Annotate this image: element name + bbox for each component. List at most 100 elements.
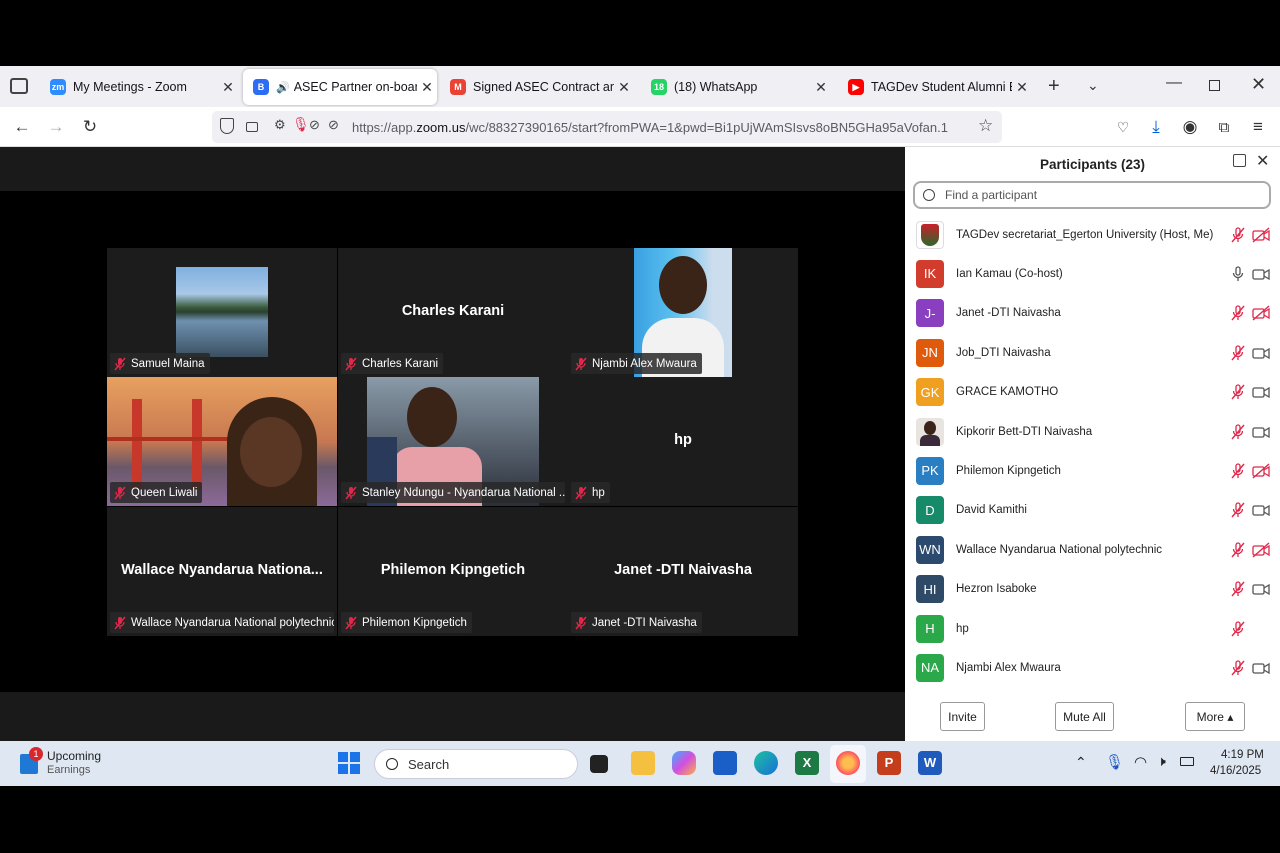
- word-icon[interactable]: W: [918, 751, 942, 775]
- bookmark-star-icon[interactable]: ☆: [978, 116, 993, 136]
- microphone-muted-icon[interactable]: [1230, 660, 1246, 676]
- chevron-up-icon[interactable]: ⌃: [1075, 754, 1087, 771]
- camera-blocked-icon[interactable]: ⊘: [309, 117, 320, 133]
- camera-icon[interactable]: [1252, 424, 1270, 440]
- participant-row[interactable]: NA Njambi Alex Mwaura: [905, 648, 1280, 687]
- close-tab-icon[interactable]: ✕: [811, 79, 831, 96]
- tab-list-icon[interactable]: [10, 78, 28, 94]
- camera-icon[interactable]: [1252, 660, 1270, 676]
- browser-tab[interactable]: M Signed ASEC Contract and Inv✕: [440, 69, 634, 105]
- microphone-muted-icon[interactable]: [1230, 345, 1246, 361]
- invite-button[interactable]: Invite: [940, 702, 985, 731]
- taskbar-search-box[interactable]: Search: [374, 749, 578, 779]
- start-icon[interactable]: [338, 752, 360, 774]
- microphone-muted-icon[interactable]: [1230, 542, 1246, 558]
- maximize-button[interactable]: [1209, 80, 1220, 91]
- participant-row[interactable]: TAGDev secretariat_Egerton University (H…: [905, 215, 1280, 254]
- reload-icon[interactable]: ↻: [78, 115, 102, 139]
- video-tile[interactable]: hp hp: [568, 377, 798, 506]
- lock-icon[interactable]: [246, 122, 258, 132]
- volume-muted-icon[interactable]: 🕨: [1157, 753, 1166, 770]
- video-tile[interactable]: Samuel Maina: [107, 248, 337, 377]
- camera-off-icon[interactable]: [1252, 463, 1270, 479]
- video-tile[interactable]: Wallace Nyandarua Nationa... Wallace Nyan…: [107, 507, 337, 636]
- close-window-button[interactable]: ✕: [1251, 74, 1266, 95]
- video-tile[interactable]: Janet -DTI Naivasha Janet -DTI Naivasha: [568, 507, 798, 636]
- microphone-muted-icon[interactable]: [1230, 226, 1246, 243]
- camera-off-icon[interactable]: [1252, 542, 1270, 558]
- browser-tab[interactable]: B 🔊ASEC Partner on-boardin✕: [243, 69, 437, 105]
- mute-all-button[interactable]: Mute All: [1055, 702, 1114, 731]
- edge-icon[interactable]: [754, 751, 778, 775]
- participant-row[interactable]: D David Kamithi: [905, 491, 1280, 530]
- camera-icon[interactable]: [1252, 502, 1270, 518]
- participant-row[interactable]: WN Wallace Nyandarua National polytechnic: [905, 530, 1280, 569]
- menu-icon[interactable]: ≡: [1246, 115, 1270, 139]
- more-button[interactable]: More ▴: [1185, 702, 1245, 731]
- video-tile[interactable]: Stanley Ndungu - Nyandarua National ...: [338, 377, 568, 506]
- microphone-muted-icon[interactable]: [1230, 463, 1246, 479]
- participant-row[interactable]: Hhp: [905, 609, 1280, 648]
- browser-tab[interactable]: zm My Meetings - Zoom ✕: [40, 69, 238, 105]
- clock-date[interactable]: 4/16/2025: [1210, 765, 1261, 777]
- account-icon[interactable]: ◉: [1178, 115, 1202, 139]
- microphone-muted-icon[interactable]: [1230, 620, 1246, 637]
- store-icon[interactable]: [713, 751, 737, 775]
- close-tab-icon[interactable]: ✕: [218, 79, 238, 96]
- minimize-button[interactable]: —: [1166, 74, 1182, 92]
- pocket-icon[interactable]: ♡: [1111, 115, 1135, 139]
- microphone-muted-icon[interactable]: [1230, 423, 1246, 440]
- back-icon[interactable]: ←: [10, 115, 34, 139]
- browser-tab[interactable]: ▶ TAGDev Student Alumni Enter✕: [838, 69, 1032, 105]
- participant-row[interactable]: GK GRACE KAMOTHO: [905, 373, 1280, 412]
- firefox-icon[interactable]: [836, 751, 860, 775]
- widget-title[interactable]: Upcoming: [47, 749, 101, 763]
- forward-icon[interactable]: →: [44, 115, 68, 139]
- participant-row[interactable]: HI Hezron Isaboke: [905, 570, 1280, 609]
- camera-icon[interactable]: [1252, 345, 1270, 361]
- browser-tab[interactable]: 18 (18) WhatsApp ✕: [641, 69, 831, 105]
- microphone-muted-icon[interactable]: [1230, 305, 1246, 321]
- close-panel-icon[interactable]: ✕: [1256, 151, 1269, 171]
- permissions-icon[interactable]: ⚙: [274, 117, 286, 133]
- copilot-icon[interactable]: [672, 751, 696, 775]
- url-bar[interactable]: ⚙ 🎙 ⊘ ⊘ https://app.zoom.us/wc/883273901…: [212, 111, 1002, 143]
- battery-icon[interactable]: [1180, 757, 1194, 766]
- powerpoint-icon[interactable]: P: [877, 751, 901, 775]
- participant-row[interactable]: Kipkorir Bett-DTI Naivasha: [905, 412, 1280, 451]
- close-tab-icon[interactable]: ✕: [417, 79, 437, 96]
- participant-search-input[interactable]: Find a participant: [913, 181, 1271, 209]
- tab-overflow-icon[interactable]: ⌄: [1087, 77, 1099, 94]
- microphone-icon[interactable]: [1230, 266, 1246, 282]
- camera-off-icon[interactable]: [1252, 305, 1270, 321]
- microphone-muted-icon[interactable]: [1230, 502, 1246, 518]
- shield-icon[interactable]: [220, 118, 234, 134]
- popout-icon[interactable]: [1233, 154, 1246, 167]
- new-tab-button[interactable]: +: [1048, 75, 1060, 98]
- video-tile[interactable]: Njambi Alex Mwaura: [568, 248, 798, 377]
- camera-icon[interactable]: [1252, 384, 1270, 400]
- excel-icon[interactable]: X: [795, 751, 819, 775]
- participant-row[interactable]: JN Job_DTI Naivasha: [905, 333, 1280, 372]
- downloads-icon[interactable]: ⤓: [1144, 115, 1168, 139]
- camera-off-icon[interactable]: [1252, 226, 1270, 243]
- microphone-active-icon[interactable]: 🎙: [292, 116, 310, 133]
- video-tile[interactable]: Queen Liwali: [107, 377, 337, 506]
- microphone-tray-icon[interactable]: 🎙: [1105, 753, 1124, 771]
- camera-icon[interactable]: [1252, 266, 1270, 282]
- url-text[interactable]: https://app.zoom.us/wc/88327390165/start…: [352, 120, 948, 135]
- participant-row[interactable]: J- Janet -DTI Naivasha: [905, 294, 1280, 333]
- video-tile[interactable]: Philemon Kipngetich Philemon Kipngetich: [338, 507, 568, 636]
- participant-row[interactable]: IK Ian Kamau (Co-host): [905, 254, 1280, 293]
- speaker-icon[interactable]: 🔊: [276, 81, 290, 94]
- file-explorer-icon[interactable]: [631, 751, 655, 775]
- participant-row[interactable]: PK Philemon Kipngetich: [905, 451, 1280, 490]
- notifications-blocked-icon[interactable]: ⊘: [328, 117, 339, 133]
- close-tab-icon[interactable]: ✕: [1012, 79, 1032, 96]
- microphone-muted-icon[interactable]: [1230, 581, 1246, 597]
- extensions-icon[interactable]: ⧉: [1212, 115, 1236, 139]
- close-tab-icon[interactable]: ✕: [614, 79, 634, 96]
- microphone-muted-icon[interactable]: [1230, 384, 1246, 400]
- wifi-icon[interactable]: ◠: [1134, 753, 1147, 771]
- camera-icon[interactable]: [1252, 581, 1270, 597]
